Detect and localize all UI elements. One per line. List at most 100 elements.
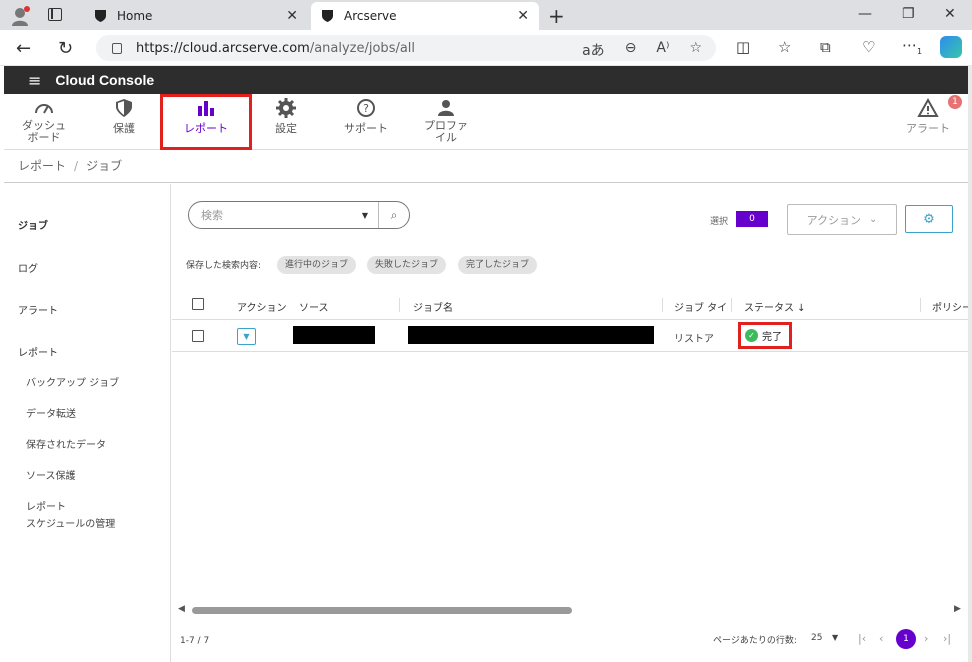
search-input[interactable]: 検索 ▼ ⌕	[188, 201, 410, 229]
nav-dashboard[interactable]: ダッシュ ボード	[4, 94, 84, 150]
zoom-icon[interactable]: ⊖	[625, 40, 637, 60]
scrollbar-thumb[interactable]	[192, 607, 572, 614]
url-tools: aあ ⊖ A⁾ ☆	[582, 40, 702, 60]
tab-actions-icon[interactable]	[48, 8, 62, 21]
close-icon[interactable]: ✕	[517, 8, 529, 24]
help-icon: ?	[357, 99, 375, 117]
close-icon[interactable]: ✕	[286, 8, 298, 24]
split-screen-icon[interactable]: ◫	[736, 38, 750, 56]
alert-count-badge: 1	[948, 95, 962, 109]
nav-label: レポート	[184, 122, 228, 135]
nav-settings[interactable]: 設定	[246, 94, 326, 150]
column-header-status[interactable]: ステータス ↓	[744, 299, 806, 314]
tab-home[interactable]: Home ✕	[84, 2, 308, 30]
column-divider	[920, 298, 921, 312]
sidebar-sub-backup-jobs[interactable]: バックアップ ジョブ	[26, 374, 119, 389]
sidebar-sub-stored-data[interactable]: 保存されたデータ	[26, 436, 106, 451]
breadcrumb-current: ジョブ	[86, 159, 123, 173]
nav-protect[interactable]: 保護	[84, 94, 164, 150]
breadcrumb: レポート / ジョブ	[4, 150, 968, 183]
tab-arcserve[interactable]: Arcserve ✕	[311, 2, 539, 30]
window-close-icon[interactable]: ✕	[944, 6, 956, 22]
nav-alerts[interactable]: アラート 1	[888, 94, 968, 150]
sidebar-sub-source-protection[interactable]: ソース保護	[26, 467, 76, 482]
nav-reports[interactable]: レポート	[160, 94, 252, 150]
sidebar-sub-data-transfer[interactable]: データ転送	[26, 405, 76, 420]
back-icon[interactable]: ←	[16, 38, 31, 59]
main-content: 検索 ▼ ⌕ 選択 0 アクション ⌄ ⚙ 保存した検索内容: 進行中のジョブ …	[172, 184, 968, 662]
sidebar-sub-schedule-management[interactable]: スケジュールの管理	[26, 515, 115, 530]
sidebar-item-reports[interactable]: レポート	[18, 344, 58, 359]
restore-icon[interactable]: ❐	[902, 6, 915, 22]
collections-icon[interactable]: ⧉	[820, 38, 831, 56]
column-divider	[662, 298, 663, 312]
table-header: アクション ソース ジョブ名 ジョブ タイ ステータス ↓ ポリシー	[172, 290, 968, 320]
select-all-checkbox[interactable]	[192, 298, 204, 310]
shield-icon	[116, 99, 132, 117]
horizontal-scrollbar[interactable]: ◀ ▶	[172, 603, 968, 617]
more-icon[interactable]: ⋯1	[902, 36, 922, 56]
dashboard-icon	[35, 104, 53, 114]
profile-icon[interactable]	[10, 5, 32, 27]
favorites-icon[interactable]: ☆	[778, 38, 791, 56]
new-tab-icon[interactable]: +	[548, 4, 565, 28]
gear-icon: ⚙	[923, 211, 935, 227]
nav-support[interactable]: ? サポート	[326, 94, 406, 150]
breadcrumb-root[interactable]: レポート	[18, 159, 66, 173]
saved-search-chip[interactable]: 失敗したジョブ	[367, 256, 447, 274]
sidebar-item-jobs[interactable]: ジョブ	[18, 217, 48, 232]
search-icon[interactable]: ⌕	[379, 208, 409, 223]
health-icon[interactable]: ♡	[862, 38, 875, 56]
nav-profile[interactable]: プロファ イル	[406, 94, 486, 150]
column-header-job-name[interactable]: ジョブ名	[413, 299, 453, 314]
gear-icon	[276, 98, 296, 118]
nav-label: 保護	[113, 122, 135, 135]
app-header: ≡ Cloud Console	[4, 66, 968, 94]
sidebar-sub-report[interactable]: レポート	[26, 498, 66, 513]
column-settings-button[interactable]: ⚙	[905, 205, 953, 233]
scroll-right-icon[interactable]: ▶	[954, 604, 961, 614]
column-header-actions[interactable]: アクション	[237, 299, 287, 314]
refresh-icon[interactable]: ↻	[58, 38, 73, 59]
translate-icon[interactable]: aあ	[582, 40, 605, 60]
favorite-icon[interactable]: ☆	[689, 40, 702, 60]
chevron-down-icon[interactable]: ▼	[832, 633, 838, 642]
column-header-job-type[interactable]: ジョブ タイ	[674, 299, 728, 314]
breadcrumb-separator: /	[74, 159, 79, 173]
nav-label: プロファ イル	[424, 119, 468, 144]
action-dropdown[interactable]: アクション ⌄	[787, 204, 897, 235]
chevron-down-icon[interactable]: ▼	[362, 211, 368, 220]
search-placeholder: 検索	[201, 209, 223, 222]
scroll-left-icon[interactable]: ◀	[178, 604, 185, 614]
sidebar-item-alerts[interactable]: アラート	[18, 302, 58, 317]
next-page-icon[interactable]: ›	[924, 632, 928, 645]
row-range: 1-7 / 7	[180, 636, 210, 646]
redacted-source	[293, 326, 375, 344]
last-page-icon[interactable]: ›|	[943, 632, 951, 645]
url-path: /analyze/jobs/all	[309, 40, 416, 56]
current-page[interactable]: 1	[896, 629, 916, 649]
tab-title: Arcserve	[344, 9, 397, 23]
sidebar-item-logs[interactable]: ログ	[18, 260, 38, 275]
table-row[interactable]: ▼ リストア ✓ 完了	[172, 321, 968, 352]
prev-page-icon[interactable]: ‹	[879, 632, 883, 645]
vertical-scrollbar[interactable]	[968, 66, 972, 662]
hamburger-menu-icon[interactable]: ≡	[28, 71, 41, 90]
selection-label: 選択	[710, 217, 729, 227]
column-header-policy[interactable]: ポリシー	[932, 299, 968, 314]
read-aloud-icon[interactable]: A⁾	[656, 40, 669, 60]
lock-icon	[112, 42, 122, 54]
column-header-source[interactable]: ソース	[299, 299, 329, 314]
row-action-dropdown[interactable]: ▼	[237, 328, 256, 345]
rows-per-page-select[interactable]: 25	[811, 633, 822, 643]
saved-search-chip[interactable]: 進行中のジョブ	[277, 256, 357, 274]
svg-text:?: ?	[363, 102, 369, 115]
selection-count: 0	[736, 211, 768, 227]
minimize-icon[interactable]: —	[858, 6, 872, 22]
copilot-icon[interactable]	[940, 36, 962, 58]
address-bar[interactable]: https://cloud.arcserve.com/analyze/jobs/…	[96, 35, 716, 61]
redacted-job-name	[408, 326, 654, 344]
saved-search-chip[interactable]: 完了したジョブ	[458, 256, 538, 274]
first-page-icon[interactable]: |‹	[858, 632, 866, 645]
row-checkbox[interactable]	[192, 330, 204, 342]
